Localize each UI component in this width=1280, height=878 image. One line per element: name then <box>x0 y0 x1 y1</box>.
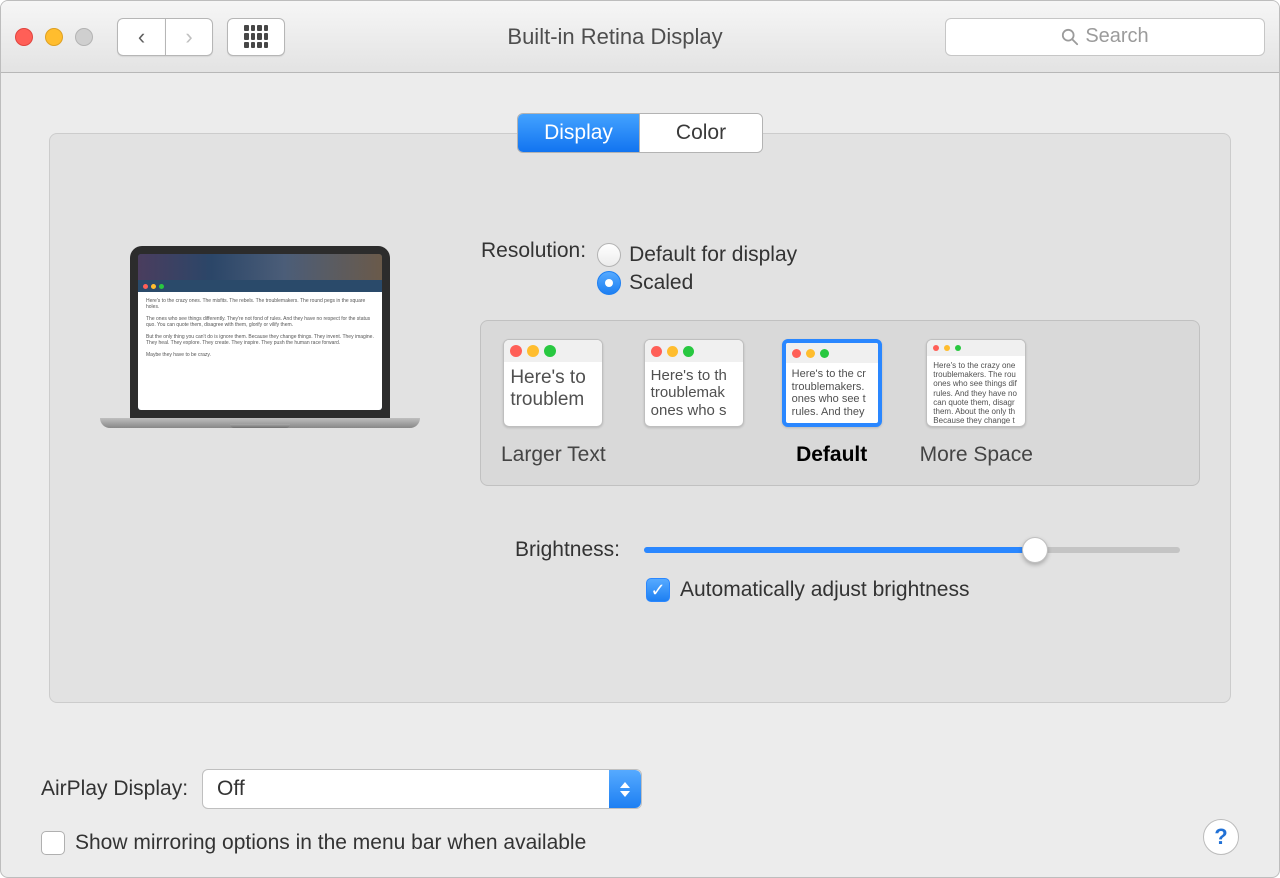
airplay-display-select[interactable]: Off <box>202 769 642 809</box>
close-window-button[interactable] <box>15 28 33 46</box>
auto-brightness-checkbox[interactable]: ✓ <box>646 578 670 602</box>
search-input[interactable]: Search <box>945 18 1265 56</box>
preview-text: Here's to the cr troublemakers. ones who… <box>786 363 878 423</box>
brightness-slider[interactable] <box>644 538 1180 562</box>
display-panel: Here's to the crazy ones. The misfits. T… <box>49 133 1231 703</box>
tab-display[interactable]: Display <box>518 114 640 152</box>
radio-default-label: Default for display <box>629 243 797 267</box>
maximize-window-button <box>75 28 93 46</box>
tab-segmented-control: Display Color <box>517 113 763 153</box>
question-icon: ? <box>1214 824 1227 850</box>
auto-brightness-label: Automatically adjust brightness <box>680 578 969 602</box>
tab-color[interactable]: Color <box>640 114 762 152</box>
forward-button: › <box>165 18 213 56</box>
footer: AirPlay Display: Off Show mirroring opti… <box>41 769 1239 855</box>
radio-scaled-label: Scaled <box>629 271 693 295</box>
resolution-label-more-space: More Space <box>920 443 1033 467</box>
mirroring-label: Show mirroring options in the menu bar w… <box>75 831 586 855</box>
preview-text: Here's to the crazy one troublemakers. T… <box>927 356 1025 424</box>
search-icon <box>1061 28 1079 46</box>
resolution-label-default: Default <box>796 443 867 467</box>
preview-text: Here's to troublem <box>504 362 602 424</box>
resolution-label: Resolution: <box>480 238 596 300</box>
radio-default-for-display[interactable]: Default for display <box>597 243 797 267</box>
brightness-label: Brightness: <box>480 538 620 562</box>
grid-icon <box>244 25 268 49</box>
laptop-sample-text: Here's to the crazy ones. The misfits. T… <box>138 292 382 410</box>
window-title: Built-in Retina Display <box>285 24 945 50</box>
chevron-left-icon: ‹ <box>138 24 145 50</box>
preview-text: Here's to th troublemak ones who s <box>645 362 743 424</box>
resolution-option-more-space[interactable]: Here's to the crazy one troublemakers. T… <box>926 339 1026 427</box>
chevron-right-icon: › <box>185 24 192 50</box>
help-button[interactable]: ? <box>1203 819 1239 855</box>
back-button[interactable]: ‹ <box>117 18 165 56</box>
search-placeholder: Search <box>1085 25 1148 48</box>
minimize-window-button[interactable] <box>45 28 63 46</box>
select-stepper-icon <box>609 770 641 808</box>
scaled-resolution-chooser: Here's to troublem Larger Text Here's to… <box>480 320 1200 486</box>
resolution-option-larger-text[interactable]: Here's to troublem <box>503 339 603 427</box>
radio-scaled[interactable]: Scaled <box>597 271 797 295</box>
window-titlebar: ‹ › Built-in Retina Display Search <box>1 1 1279 73</box>
display-preview-illustration: Here's to the crazy ones. The misfits. T… <box>100 246 420 662</box>
brightness-slider-fill <box>644 547 1035 553</box>
brightness-slider-knob[interactable] <box>1022 537 1048 563</box>
resolution-label-larger-text: Larger Text <box>501 443 606 467</box>
airplay-label: AirPlay Display: <box>41 777 188 801</box>
airplay-display-value: Off <box>217 777 245 801</box>
resolution-option-mid[interactable]: Here's to th troublemak ones who s <box>644 339 744 427</box>
resolution-option-default[interactable]: Here's to the cr troublemakers. ones who… <box>782 339 882 427</box>
show-all-prefs-button[interactable] <box>227 18 285 56</box>
mirroring-checkbox[interactable] <box>41 831 65 855</box>
